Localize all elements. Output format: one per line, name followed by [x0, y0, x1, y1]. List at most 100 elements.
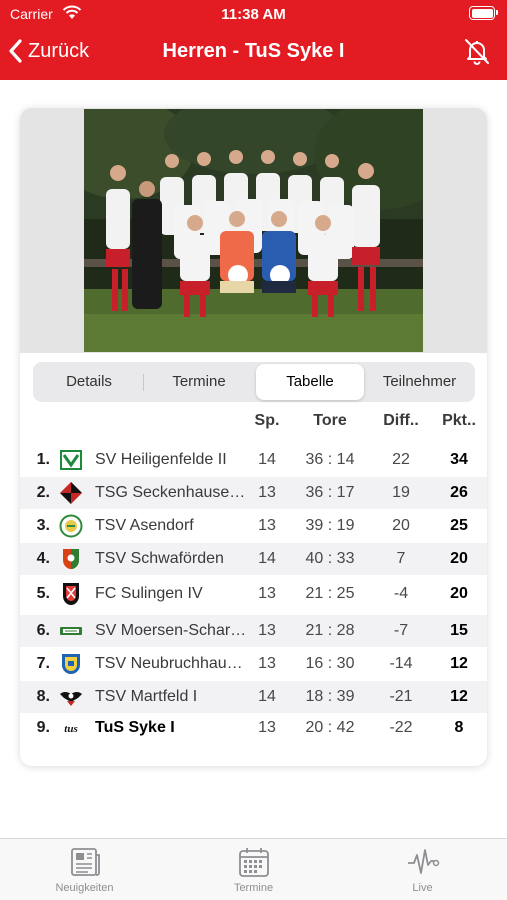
points: 12 — [450, 655, 468, 672]
goal-difference: 7 — [396, 550, 406, 567]
tab-label: Termine — [233, 882, 274, 894]
row-rank: 5. — [36, 585, 50, 602]
segment-tabelle[interactable]: Tabelle — [256, 364, 364, 400]
tab-termine[interactable]: Termine — [169, 845, 338, 897]
team-card: Details Termine Tabelle Teilnehmer Sp. T… — [20, 108, 487, 766]
row-rank: 8. — [36, 688, 50, 705]
games-played: 13 — [258, 585, 276, 602]
goal-difference: 19 — [392, 484, 410, 501]
goal-difference: -21 — [389, 688, 413, 705]
tus-script-logo-icon: tus — [64, 723, 77, 735]
tab-label: Neuigkeiten — [55, 882, 114, 894]
table-row[interactable]: 2. TSG Seckenhausen-Fahrenhorst 13 36 : 17 1… — [20, 477, 487, 509]
team-name: TSV Asendorf — [95, 517, 194, 534]
goals: 40 : 33 — [305, 550, 355, 567]
header-games: Sp. — [254, 412, 280, 429]
points: 20 — [450, 585, 468, 602]
games-played: 14 — [258, 550, 276, 567]
team-name: TSG Seckenhausen-Fahrenhorst — [95, 484, 247, 501]
green-banner-crest-icon — [60, 627, 82, 635]
points: 8 — [454, 719, 464, 736]
back-button[interactable]: Zurück — [8, 36, 89, 66]
row-rank: 7. — [36, 655, 50, 672]
goals: 36 : 14 — [305, 451, 355, 468]
goals: 21 : 25 — [305, 585, 355, 602]
table-row[interactable]: 5. FC Sulingen IV 13 21 : 25 -4 20 — [20, 578, 487, 610]
green-circle-crest-icon — [59, 514, 83, 538]
row-rank: 6. — [36, 622, 50, 639]
table-row[interactable]: 4. TSV Schwaförden 14 40 : 33 7 20 — [20, 543, 487, 575]
black-eagle-crest-icon — [60, 692, 82, 706]
status-time: 11:38 AM — [221, 6, 286, 23]
segment-teilnehmer[interactable]: Teilnehmer — [366, 364, 473, 400]
header-points: Pkt.. — [442, 412, 476, 429]
team-name: FC Sulingen IV — [95, 585, 203, 602]
goal-difference: -14 — [389, 655, 413, 672]
row-rank: 2. — [36, 484, 50, 501]
blue-yellow-shield-crest-icon — [62, 654, 80, 674]
team-name: TSV Martfeld I — [95, 688, 198, 705]
goals: 16 : 30 — [305, 655, 355, 672]
games-played: 13 — [258, 517, 276, 534]
row-rank: 9. — [36, 719, 50, 736]
points: 25 — [450, 517, 468, 534]
red-black-diamond-crest-icon — [60, 482, 82, 504]
row-rank: 1. — [36, 451, 50, 468]
segment-details[interactable]: Details — [35, 364, 143, 400]
segment-divider — [143, 374, 144, 391]
team-name: TSV Neubruchhausen — [95, 655, 247, 672]
chevron-left-icon — [9, 39, 22, 63]
tab-label: Live — [412, 882, 433, 894]
tab-neuigkeiten[interactable]: Neuigkeiten — [0, 845, 169, 897]
goal-difference: -4 — [393, 585, 409, 602]
table-row[interactable]: 8. TSV Martfeld I 14 18 : 39 -21 12 — [20, 681, 487, 713]
table-row[interactable]: 7. TSV Neubruchhausen 13 16 : 30 -14 12 — [20, 648, 487, 680]
team-photo — [84, 109, 423, 352]
nav-header: Carrier 11:38 AM Zurück Herren - TuS Syk… — [0, 0, 507, 80]
games-played: 14 — [258, 451, 276, 468]
table-row[interactable]: 9. tus TuS Syke I 13 20 : 42 -22 8 — [20, 712, 487, 744]
points: 20 — [450, 550, 468, 567]
row-rank: 3. — [36, 517, 50, 534]
team-name: TuS Syke I — [95, 719, 175, 736]
goals: 20 : 42 — [305, 719, 355, 736]
goals: 36 : 17 — [305, 484, 355, 501]
games-played: 13 — [258, 622, 276, 639]
status-bar: Carrier 11:38 AM — [0, 0, 507, 30]
points: 15 — [450, 622, 468, 639]
table-row[interactable]: 1. SV Heiligenfelde II 14 36 : 14 22 34 — [20, 444, 487, 476]
page-title: Herren - TuS Syke I — [162, 40, 345, 62]
photo-area — [20, 108, 487, 353]
goals: 21 : 28 — [305, 622, 355, 639]
goal-difference: -7 — [393, 622, 409, 639]
row-rank: 4. — [36, 550, 50, 567]
games-played: 13 — [258, 655, 276, 672]
games-played: 14 — [258, 688, 276, 705]
team-name: TSV Schwaförden — [95, 550, 224, 567]
team-name: SV Heiligenfelde II — [95, 451, 227, 468]
games-played: 13 — [258, 719, 276, 736]
table-row[interactable]: 3. TSV Asendorf 13 39 : 19 20 25 — [20, 510, 487, 542]
goal-difference: 22 — [392, 451, 410, 468]
points: 34 — [450, 451, 468, 468]
battery-icon — [469, 6, 498, 20]
newspaper-icon — [70, 848, 100, 876]
segmented-control: Details Termine Tabelle Teilnehmer — [33, 362, 475, 402]
goal-difference: -22 — [389, 719, 413, 736]
red-black-fcs-crest-icon — [63, 583, 79, 605]
table-row[interactable]: 6. SV Moersen-Scharrendorf 13 21 : 28 -7 15 — [20, 615, 487, 647]
bell-slash-icon — [465, 39, 489, 65]
segment-termine[interactable]: Termine — [145, 364, 253, 400]
points: 26 — [450, 484, 468, 501]
points: 12 — [450, 688, 468, 705]
team-name: SV Moersen-Scharrendorf — [95, 622, 247, 639]
goals: 39 : 19 — [305, 517, 355, 534]
red-green-shield-crest-icon — [63, 549, 79, 569]
notification-toggle-button[interactable] — [461, 35, 493, 67]
svg-text:tus: tus — [64, 723, 77, 735]
green-white-crest-icon — [60, 450, 82, 470]
tab-live[interactable]: Live — [338, 845, 507, 897]
tab-bar: Neuigkeiten Termine Live — [0, 838, 507, 900]
goal-difference: 20 — [392, 517, 410, 534]
pulse-icon — [407, 849, 439, 874]
